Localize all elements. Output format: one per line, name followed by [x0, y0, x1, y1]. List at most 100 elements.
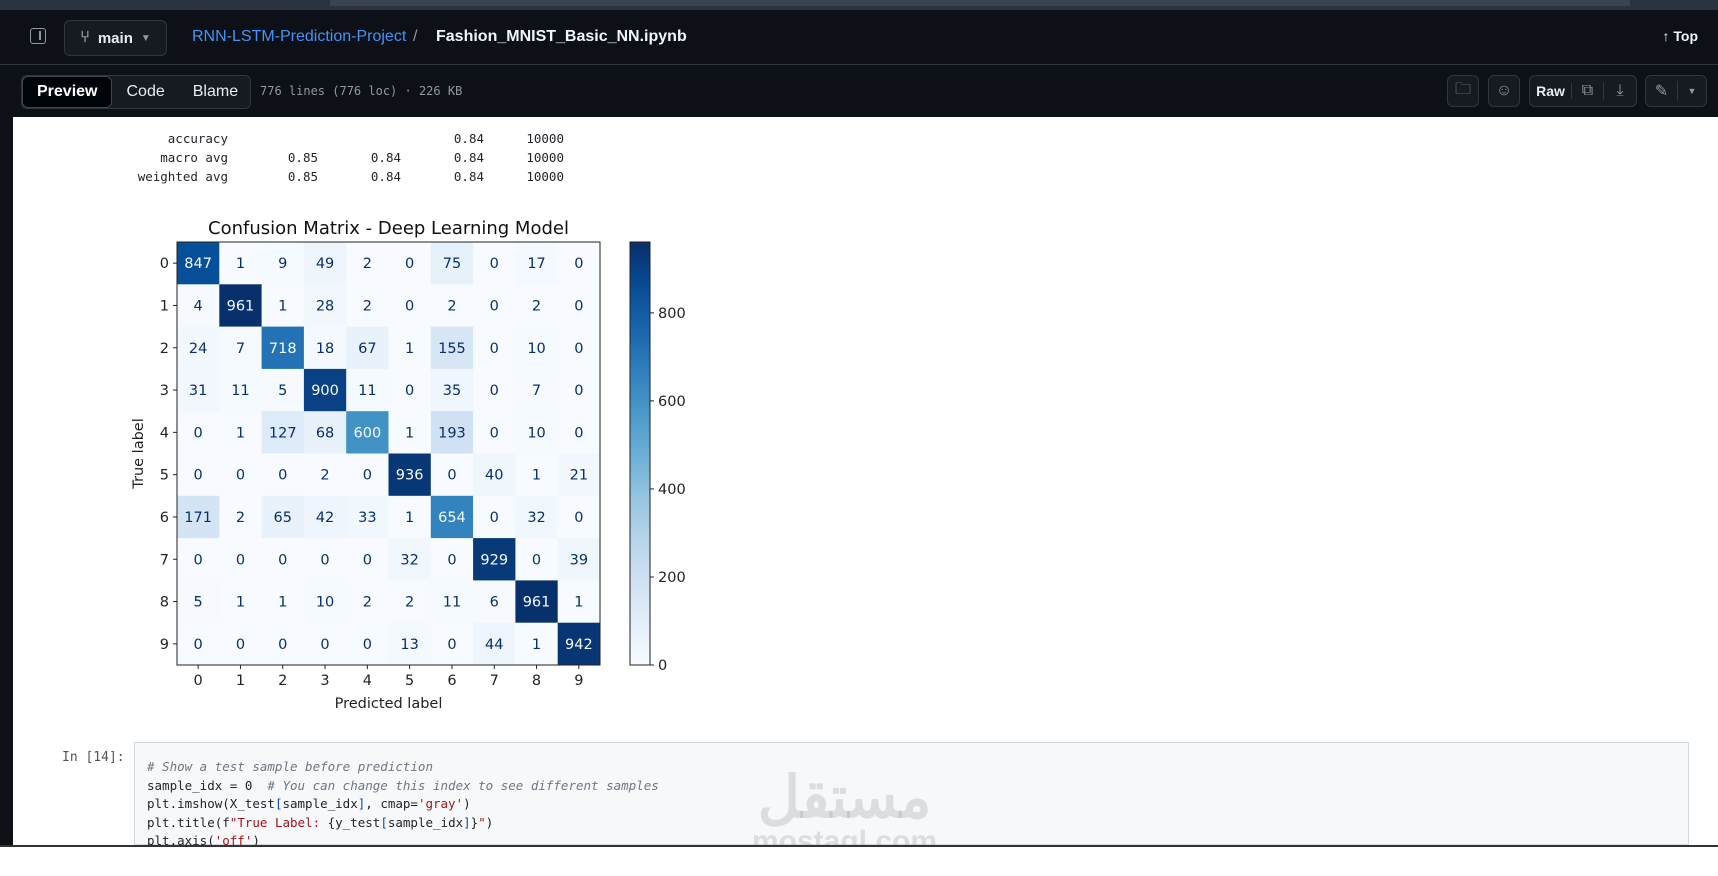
- x-tick-label: 3: [320, 673, 329, 689]
- cell-value-label: 0: [405, 256, 414, 272]
- cell-value-label: 0: [278, 552, 287, 568]
- code-line[interactable]: plt.imshow(X_test[sample_idx], cmap='gra…: [147, 796, 471, 811]
- report-support: 10000: [526, 131, 564, 146]
- cell-value-label: 1: [532, 468, 541, 484]
- cell-value-label: 75: [443, 256, 461, 272]
- cell-value-label: 2: [363, 298, 372, 314]
- y-tick-label: 8: [160, 595, 169, 611]
- cell-value-label: 1: [278, 298, 287, 314]
- code-line[interactable]: sample_idx = 0 # You can change this ind…: [147, 778, 659, 793]
- cell-value-label: 18: [316, 341, 334, 357]
- cell-value-label: 1: [236, 425, 245, 441]
- cell-value-label: 0: [574, 510, 583, 526]
- cell-value-label: 0: [447, 552, 456, 568]
- cell-value-label: 0: [490, 383, 499, 399]
- download-icon[interactable]: ⤓: [1604, 82, 1636, 100]
- report-f1: 0.84: [453, 131, 484, 146]
- y-tick-label: 3: [160, 383, 169, 399]
- colorbar: [629, 241, 651, 666]
- cell-value-label: 0: [532, 552, 541, 568]
- cell-value-label: 0: [236, 637, 245, 653]
- cell-value-label: 6: [490, 595, 499, 611]
- cell-value-label: 2: [447, 298, 456, 314]
- cell-value-label: 1: [574, 595, 583, 611]
- pencil-icon[interactable]: ✎: [1646, 81, 1678, 101]
- cell-value-label: 11: [231, 383, 249, 399]
- report-f1: 0.84: [453, 150, 484, 165]
- mostaql-watermark: مستقل mostaql.com: [752, 768, 937, 857]
- cell-value-label: 2: [236, 510, 245, 526]
- cell-value-label: 900: [311, 383, 339, 399]
- cell-value-label: 7: [532, 383, 541, 399]
- add-file-button[interactable]: 🗀: [1447, 75, 1479, 107]
- cell-value-label: 31: [189, 383, 207, 399]
- cell-value-label: 35: [443, 383, 461, 399]
- cell-value-label: 0: [490, 298, 499, 314]
- cell-value-label: 68: [316, 425, 334, 441]
- cell-value-label: 0: [278, 468, 287, 484]
- cell-value-label: 0: [194, 637, 203, 653]
- cell-value-label: 0: [490, 510, 499, 526]
- code-line[interactable]: plt.title(f"True Label: {y_test[sample_i…: [147, 815, 493, 830]
- chevron-down-icon[interactable]: ▼: [1678, 86, 1706, 96]
- cell-value-label: 155: [438, 341, 466, 357]
- y-tick-label: 7: [160, 552, 169, 568]
- colorbar-tick-label: 600: [658, 394, 686, 410]
- cell-value-label: 21: [570, 468, 588, 484]
- cell-value-label: 0: [574, 298, 583, 314]
- report-precision: 0.85: [287, 150, 318, 165]
- y-tick-label: 5: [160, 468, 169, 484]
- y-tick-label: 4: [160, 425, 169, 441]
- raw-button[interactable]: Raw: [1530, 83, 1572, 99]
- cell-value-label: 0: [490, 425, 499, 441]
- cell-value-label: 0: [194, 425, 203, 441]
- cell-value-label: 1: [236, 595, 245, 611]
- colorbar-tick-label: 800: [658, 306, 686, 322]
- x-tick-label: 9: [574, 673, 583, 689]
- y-tick-label: 2: [160, 341, 169, 357]
- colorbar-tick-label: 200: [658, 570, 686, 586]
- cell-value-label: 67: [358, 341, 376, 357]
- cell-value-label: 718: [269, 341, 297, 357]
- cell-value-label: 4: [194, 298, 203, 314]
- cell-value-label: 0: [490, 341, 499, 357]
- copilot-icon: ☺: [1495, 82, 1513, 99]
- cell-value-label: 65: [274, 510, 292, 526]
- cell-value-label: 5: [194, 595, 203, 611]
- cell-value-label: 1: [405, 341, 414, 357]
- copy-icon[interactable]: ⧉: [1572, 82, 1604, 100]
- cell-value-label: 654: [438, 510, 466, 526]
- cell-value-label: 0: [574, 425, 583, 441]
- chart-title: Confusion Matrix - Deep Learning Model: [208, 218, 569, 239]
- x-tick-label: 5: [405, 673, 414, 689]
- cell-value-label: 600: [354, 425, 382, 441]
- report-support: 10000: [526, 169, 564, 184]
- folder-plus-icon: 🗀: [1454, 80, 1471, 98]
- back-to-top-link[interactable]: ↑ Top: [1662, 28, 1698, 44]
- cell-value-label: 0: [320, 637, 329, 653]
- colorbar-tick-label: 400: [658, 482, 686, 498]
- code-line[interactable]: # Show a test sample before prediction: [147, 759, 433, 774]
- x-tick-label: 2: [278, 673, 287, 689]
- cell-value-label: 0: [574, 341, 583, 357]
- cell-value-label: 1: [236, 256, 245, 272]
- cell-value-label: 49: [316, 256, 334, 272]
- cell-value-label: 0: [447, 637, 456, 653]
- cell-value-label: 961: [227, 298, 255, 314]
- cell-value-label: 17: [527, 256, 545, 272]
- x-tick-label: 6: [447, 673, 456, 689]
- cell-value-label: 24: [189, 341, 207, 357]
- cell-value-label: 0: [490, 256, 499, 272]
- report-f1: 0.84: [453, 169, 484, 184]
- cell-value-label: 961: [523, 595, 551, 611]
- copilot-button[interactable]: ☺: [1488, 75, 1520, 107]
- x-tick-label: 1: [236, 673, 245, 689]
- colorbar-tick-label: 0: [658, 658, 667, 674]
- cell-value-label: 193: [438, 425, 466, 441]
- cell-value-label: 0: [236, 552, 245, 568]
- confusion-matrix-chart: Confusion Matrix - Deep Learning Model 8 4…: [131, 218, 686, 712]
- cell-value-label: 13: [400, 637, 418, 653]
- cell-value-label: 0: [363, 637, 372, 653]
- cell-value-label: 171: [184, 510, 212, 526]
- report-label: accuracy: [167, 131, 228, 146]
